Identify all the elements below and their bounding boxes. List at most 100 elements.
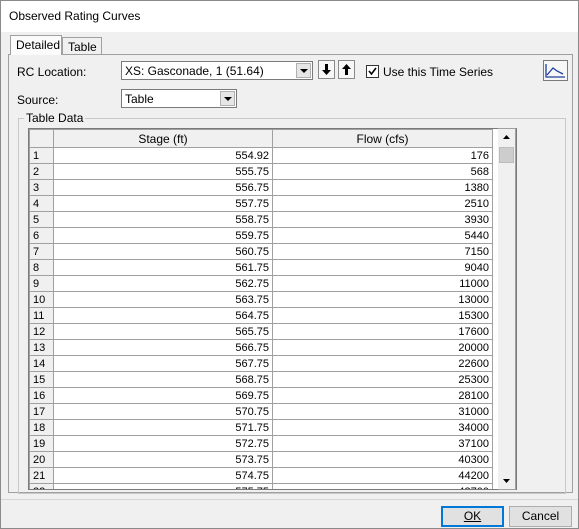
table-row[interactable]: 6 559.75 5440 (29, 227, 493, 244)
stage-cell[interactable]: 573.75 (53, 451, 273, 468)
flow-cell[interactable]: 20000 (272, 339, 493, 356)
flow-cell[interactable]: 48700 (272, 483, 493, 489)
flow-cell[interactable]: 568 (272, 163, 493, 180)
table-row[interactable]: 15 568.75 25300 (29, 371, 493, 388)
table-row[interactable]: 16 569.75 28100 (29, 387, 493, 404)
stage-cell[interactable]: 565.75 (53, 323, 273, 340)
row-number-cell[interactable]: 15 (29, 371, 54, 388)
scroll-up-button[interactable] (498, 129, 515, 146)
flow-cell[interactable]: 28100 (272, 387, 493, 404)
scroll-down-button[interactable] (498, 472, 515, 489)
flow-cell[interactable]: 25300 (272, 371, 493, 388)
table-row[interactable]: 4 557.75 2510 (29, 195, 493, 212)
flow-cell[interactable]: 31000 (272, 403, 493, 420)
table-row[interactable]: 1 554.92 176 (29, 147, 493, 164)
row-number-cell[interactable]: 20 (29, 451, 54, 468)
table-row[interactable]: 21 574.75 44200 (29, 467, 493, 484)
title-bar[interactable]: Observed Rating Curves (1, 1, 578, 32)
row-number-cell[interactable]: 13 (29, 339, 54, 356)
row-number-cell[interactable]: 22 (29, 483, 54, 489)
table-row[interactable]: 13 566.75 20000 (29, 339, 493, 356)
flow-cell[interactable]: 44200 (272, 467, 493, 484)
row-number-cell[interactable]: 12 (29, 323, 54, 340)
table-row[interactable]: 2 555.75 568 (29, 163, 493, 180)
row-number-cell[interactable]: 18 (29, 419, 54, 436)
table-row[interactable]: 12 565.75 17600 (29, 323, 493, 340)
row-number-cell[interactable]: 17 (29, 403, 54, 420)
use-time-series-checkbox[interactable] (366, 65, 379, 78)
stage-cell[interactable]: 571.75 (53, 419, 273, 436)
flow-cell[interactable]: 13000 (272, 291, 493, 308)
row-number-cell[interactable]: 16 (29, 387, 54, 404)
table-row[interactable]: 3 556.75 1380 (29, 179, 493, 196)
stage-cell[interactable]: 566.75 (53, 339, 273, 356)
stage-cell[interactable]: 568.75 (53, 371, 273, 388)
table-row[interactable]: 20 573.75 40300 (29, 451, 493, 468)
move-down-button[interactable] (318, 60, 335, 79)
row-number-cell[interactable]: 3 (29, 179, 54, 196)
table-row[interactable]: 18 571.75 34000 (29, 419, 493, 436)
ok-button[interactable]: OK (441, 506, 504, 527)
flow-cell[interactable]: 1380 (272, 179, 493, 196)
cancel-button[interactable]: Cancel (509, 506, 572, 527)
stage-cell[interactable]: 558.75 (53, 211, 273, 228)
table-row[interactable]: 8 561.75 9040 (29, 259, 493, 276)
flow-cell[interactable]: 22600 (272, 355, 493, 372)
flow-cell[interactable]: 5440 (272, 227, 493, 244)
stage-cell[interactable]: 562.75 (53, 275, 273, 292)
flow-cell[interactable]: 2510 (272, 195, 493, 212)
table-row[interactable]: 19 572.75 37100 (29, 435, 493, 452)
stage-cell[interactable]: 556.75 (53, 179, 273, 196)
stage-cell[interactable]: 572.75 (53, 435, 273, 452)
chevron-down-icon[interactable] (296, 63, 311, 78)
tab-detailed[interactable]: Detailed (10, 35, 62, 55)
row-number-cell[interactable]: 19 (29, 435, 54, 452)
chevron-down-icon[interactable] (220, 91, 235, 106)
row-number-cell[interactable]: 9 (29, 275, 54, 292)
stage-cell[interactable]: 570.75 (53, 403, 273, 420)
scroll-thumb[interactable] (499, 147, 514, 163)
plot-button[interactable] (543, 60, 568, 81)
rc-location-select[interactable]: XS: Gasconade, 1 (51.64) (121, 61, 313, 80)
row-number-cell[interactable]: 14 (29, 355, 54, 372)
stage-cell[interactable]: 559.75 (53, 227, 273, 244)
stage-cell[interactable]: 557.75 (53, 195, 273, 212)
flow-cell[interactable]: 9040 (272, 259, 493, 276)
row-number-cell[interactable]: 7 (29, 243, 54, 260)
table-row[interactable]: 14 567.75 22600 (29, 355, 493, 372)
table-row[interactable]: 7 560.75 7150 (29, 243, 493, 260)
flow-cell[interactable]: 7150 (272, 243, 493, 260)
flow-cell[interactable]: 40300 (272, 451, 493, 468)
flow-cell[interactable]: 34000 (272, 419, 493, 436)
table-row[interactable]: 9 562.75 11000 (29, 275, 493, 292)
flow-cell[interactable]: 176 (272, 147, 493, 164)
row-number-cell[interactable]: 2 (29, 163, 54, 180)
stage-cell[interactable]: 564.75 (53, 307, 273, 324)
row-number-cell[interactable]: 21 (29, 467, 54, 484)
table-row[interactable]: 5 558.75 3930 (29, 211, 493, 228)
stage-cell[interactable]: 567.75 (53, 355, 273, 372)
flow-cell[interactable]: 37100 (272, 435, 493, 452)
table-scrollbar[interactable] (498, 128, 516, 490)
row-number-cell[interactable]: 8 (29, 259, 54, 276)
stage-cell[interactable]: 561.75 (53, 259, 273, 276)
stage-cell[interactable]: 560.75 (53, 243, 273, 260)
flow-cell[interactable]: 3930 (272, 211, 493, 228)
table-row[interactable]: 17 570.75 31000 (29, 403, 493, 420)
flow-cell[interactable]: 17600 (272, 323, 493, 340)
flow-cell[interactable]: 11000 (272, 275, 493, 292)
stage-cell[interactable]: 563.75 (53, 291, 273, 308)
stage-cell[interactable]: 555.75 (53, 163, 273, 180)
row-number-cell[interactable]: 11 (29, 307, 54, 324)
tab-table[interactable]: Table (62, 37, 102, 55)
stage-cell[interactable]: 575.75 (53, 483, 273, 489)
move-up-button[interactable] (338, 60, 355, 79)
row-number-cell[interactable]: 6 (29, 227, 54, 244)
row-number-cell[interactable]: 1 (29, 147, 54, 164)
source-select[interactable]: Table (121, 89, 237, 108)
row-number-cell[interactable]: 4 (29, 195, 54, 212)
row-number-cell[interactable]: 5 (29, 211, 54, 228)
stage-cell[interactable]: 569.75 (53, 387, 273, 404)
stage-cell[interactable]: 574.75 (53, 467, 273, 484)
flow-cell[interactable]: 15300 (272, 307, 493, 324)
